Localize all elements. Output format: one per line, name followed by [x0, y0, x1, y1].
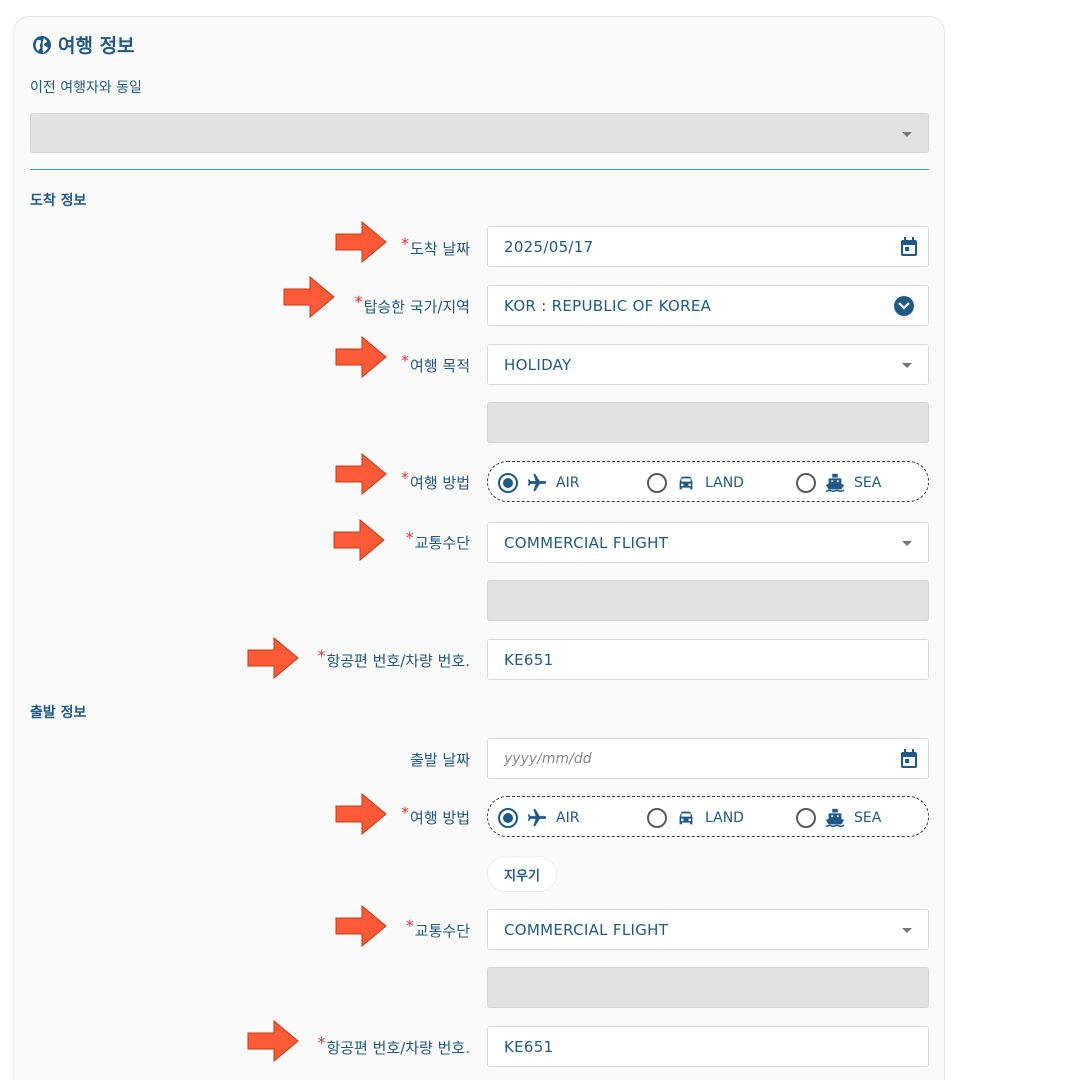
- caret-down-icon: [902, 363, 912, 368]
- arrival-flight-value: KE651: [504, 651, 554, 669]
- chevron-circle-icon: [894, 296, 914, 316]
- radio-label: SEA: [854, 809, 882, 826]
- travel-purpose-select[interactable]: HOLIDAY: [487, 344, 929, 385]
- calendar-icon[interactable]: [900, 749, 918, 769]
- title-row: 여행 정보: [32, 31, 135, 58]
- travel-purpose-value: HOLIDAY: [504, 356, 572, 374]
- departure-date-placeholder: yyyy/mm/dd: [504, 751, 592, 767]
- same-as-previous-select[interactable]: [30, 113, 929, 153]
- boarding-country-select[interactable]: KOR : REPUBLIC OF KOREA: [487, 285, 929, 326]
- arrow-annotation: [283, 275, 335, 319]
- departure-method-radio-group: AIR LAND SEA: [487, 796, 929, 837]
- arrow-annotation: [247, 636, 299, 680]
- same-as-previous-label: 이전 여행자와 동일: [30, 80, 142, 96]
- boarding-country-value: KOR : REPUBLIC OF KOREA: [504, 297, 712, 315]
- radio-option-land[interactable]: LAND: [647, 797, 744, 838]
- radio-button[interactable]: [796, 472, 816, 493]
- arrival-method-label: *여행 방법: [401, 468, 470, 492]
- departure-flight-input[interactable]: KE651: [487, 1026, 929, 1067]
- arrival-flight-label: *항공편 번호/차량 번호.: [317, 646, 470, 670]
- arrival-transport-select[interactable]: COMMERCIAL FLIGHT: [487, 522, 929, 563]
- departure-heading: 출발 정보: [30, 705, 87, 721]
- departure-flight-value: KE651: [504, 1038, 554, 1056]
- arrival-date-value: 2025/05/17: [504, 238, 594, 256]
- radio-label: LAND: [705, 474, 744, 491]
- globe-icon: [33, 35, 51, 54]
- plane-icon: [527, 473, 547, 491]
- departure-transport-value: COMMERCIAL FLIGHT: [504, 921, 669, 939]
- departure-transport-label: *교통수단: [405, 916, 470, 940]
- calendar-icon[interactable]: [900, 237, 918, 257]
- departure-transport-select[interactable]: COMMERCIAL FLIGHT: [487, 909, 929, 950]
- arrow-annotation: [335, 792, 387, 836]
- arrow-annotation: [333, 518, 385, 562]
- radio-option-sea[interactable]: SEA: [796, 462, 881, 503]
- departure-flight-label: *항공편 번호/차량 번호.: [317, 1033, 470, 1057]
- radio-option-air[interactable]: AIR: [498, 797, 579, 838]
- radio-label: LAND: [705, 809, 744, 826]
- car-icon: [679, 476, 693, 489]
- plane-icon: [527, 808, 547, 826]
- departure-transport-other-input: [487, 967, 929, 1008]
- arrow-annotation: [335, 452, 387, 496]
- page-title: 여행 정보: [58, 35, 135, 57]
- transport-other-input: [487, 580, 929, 621]
- radio-button[interactable]: [796, 807, 816, 828]
- radio-label: AIR: [556, 809, 580, 826]
- arrival-heading: 도착 정보: [30, 193, 87, 209]
- ship-icon: [825, 808, 845, 827]
- arrival-flight-input[interactable]: KE651: [487, 639, 929, 680]
- radio-label: SEA: [854, 474, 882, 491]
- departure-date-input[interactable]: yyyy/mm/dd: [487, 738, 929, 779]
- arrow-annotation: [335, 220, 387, 264]
- divider: [30, 169, 929, 170]
- departure-date-label: 출발 날짜: [410, 751, 470, 769]
- radio-button[interactable]: [498, 807, 518, 828]
- departure-method-label: *여행 방법: [401, 803, 470, 827]
- car-icon: [679, 811, 693, 824]
- radio-option-air[interactable]: AIR: [498, 462, 579, 503]
- radio-button[interactable]: [498, 472, 518, 493]
- purpose-other-input: [487, 402, 929, 443]
- caret-down-icon: [902, 541, 912, 546]
- arrival-method-radio-group: AIR LAND SEA: [487, 461, 929, 502]
- radio-button[interactable]: [647, 807, 667, 828]
- radio-option-sea[interactable]: SEA: [796, 797, 881, 838]
- arrow-annotation: [335, 335, 387, 379]
- arrival-transport-value: COMMERCIAL FLIGHT: [504, 534, 669, 552]
- ship-icon: [825, 473, 845, 492]
- arrival-transport-label: *교통수단: [405, 528, 470, 552]
- radio-button[interactable]: [647, 472, 667, 493]
- arrow-annotation: [247, 1019, 299, 1063]
- arrow-annotation: [335, 904, 387, 948]
- clear-button[interactable]: 지우기: [487, 856, 557, 892]
- caret-down-icon: [902, 928, 912, 933]
- boarding-country-label: *탑승한 국가/지역: [354, 292, 470, 316]
- radio-label: AIR: [556, 474, 580, 491]
- radio-option-land[interactable]: LAND: [647, 462, 744, 503]
- caret-down-icon: [902, 132, 912, 137]
- arrival-date-label: *도착 날짜: [401, 234, 470, 258]
- arrival-date-input[interactable]: 2025/05/17: [487, 226, 929, 267]
- travel-purpose-label: *여행 목적: [401, 351, 470, 375]
